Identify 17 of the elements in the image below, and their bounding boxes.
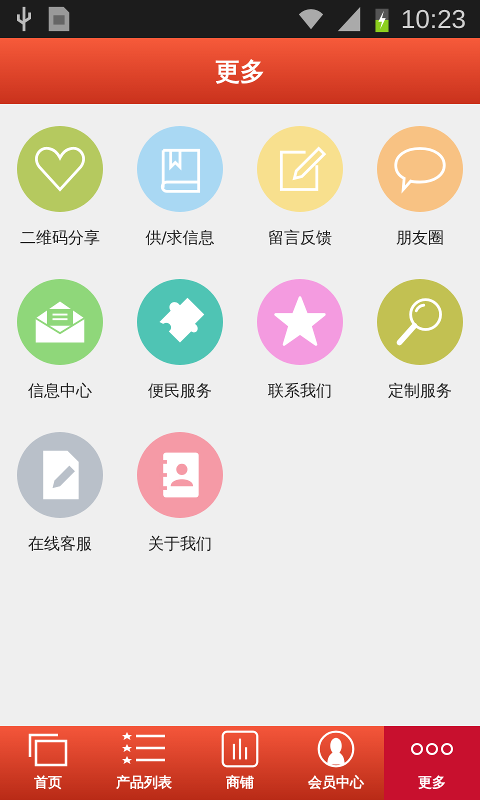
menu-tile-label: 留言反馈 <box>268 228 332 249</box>
nav-tab[interactable]: 更多 <box>384 726 480 800</box>
nav-tab[interactable]: 会员中心 <box>288 726 384 800</box>
nav-tab[interactable]: 产品列表 <box>96 726 192 800</box>
clock-time: 10:23 <box>400 4 466 34</box>
menu-tile-label: 信息中心 <box>28 381 92 402</box>
menu-tile-label: 供/求信息 <box>145 228 215 249</box>
menu-tile-label: 朋友圈 <box>396 228 444 249</box>
menu-tile-label: 定制服务 <box>388 381 452 402</box>
nav-tab[interactable]: 首页 <box>0 726 96 800</box>
nav-tab[interactable]: 商铺 <box>192 726 288 800</box>
menu-tile-label: 在线客服 <box>28 534 92 555</box>
page-title: 更多 <box>215 56 265 88</box>
menu-tile-label: 二维码分享 <box>20 228 100 249</box>
menu-tile-label: 便民服务 <box>148 381 212 402</box>
menu-tile-label: 联系我们 <box>268 381 332 402</box>
menu-tile-label: 关于我们 <box>148 534 212 555</box>
